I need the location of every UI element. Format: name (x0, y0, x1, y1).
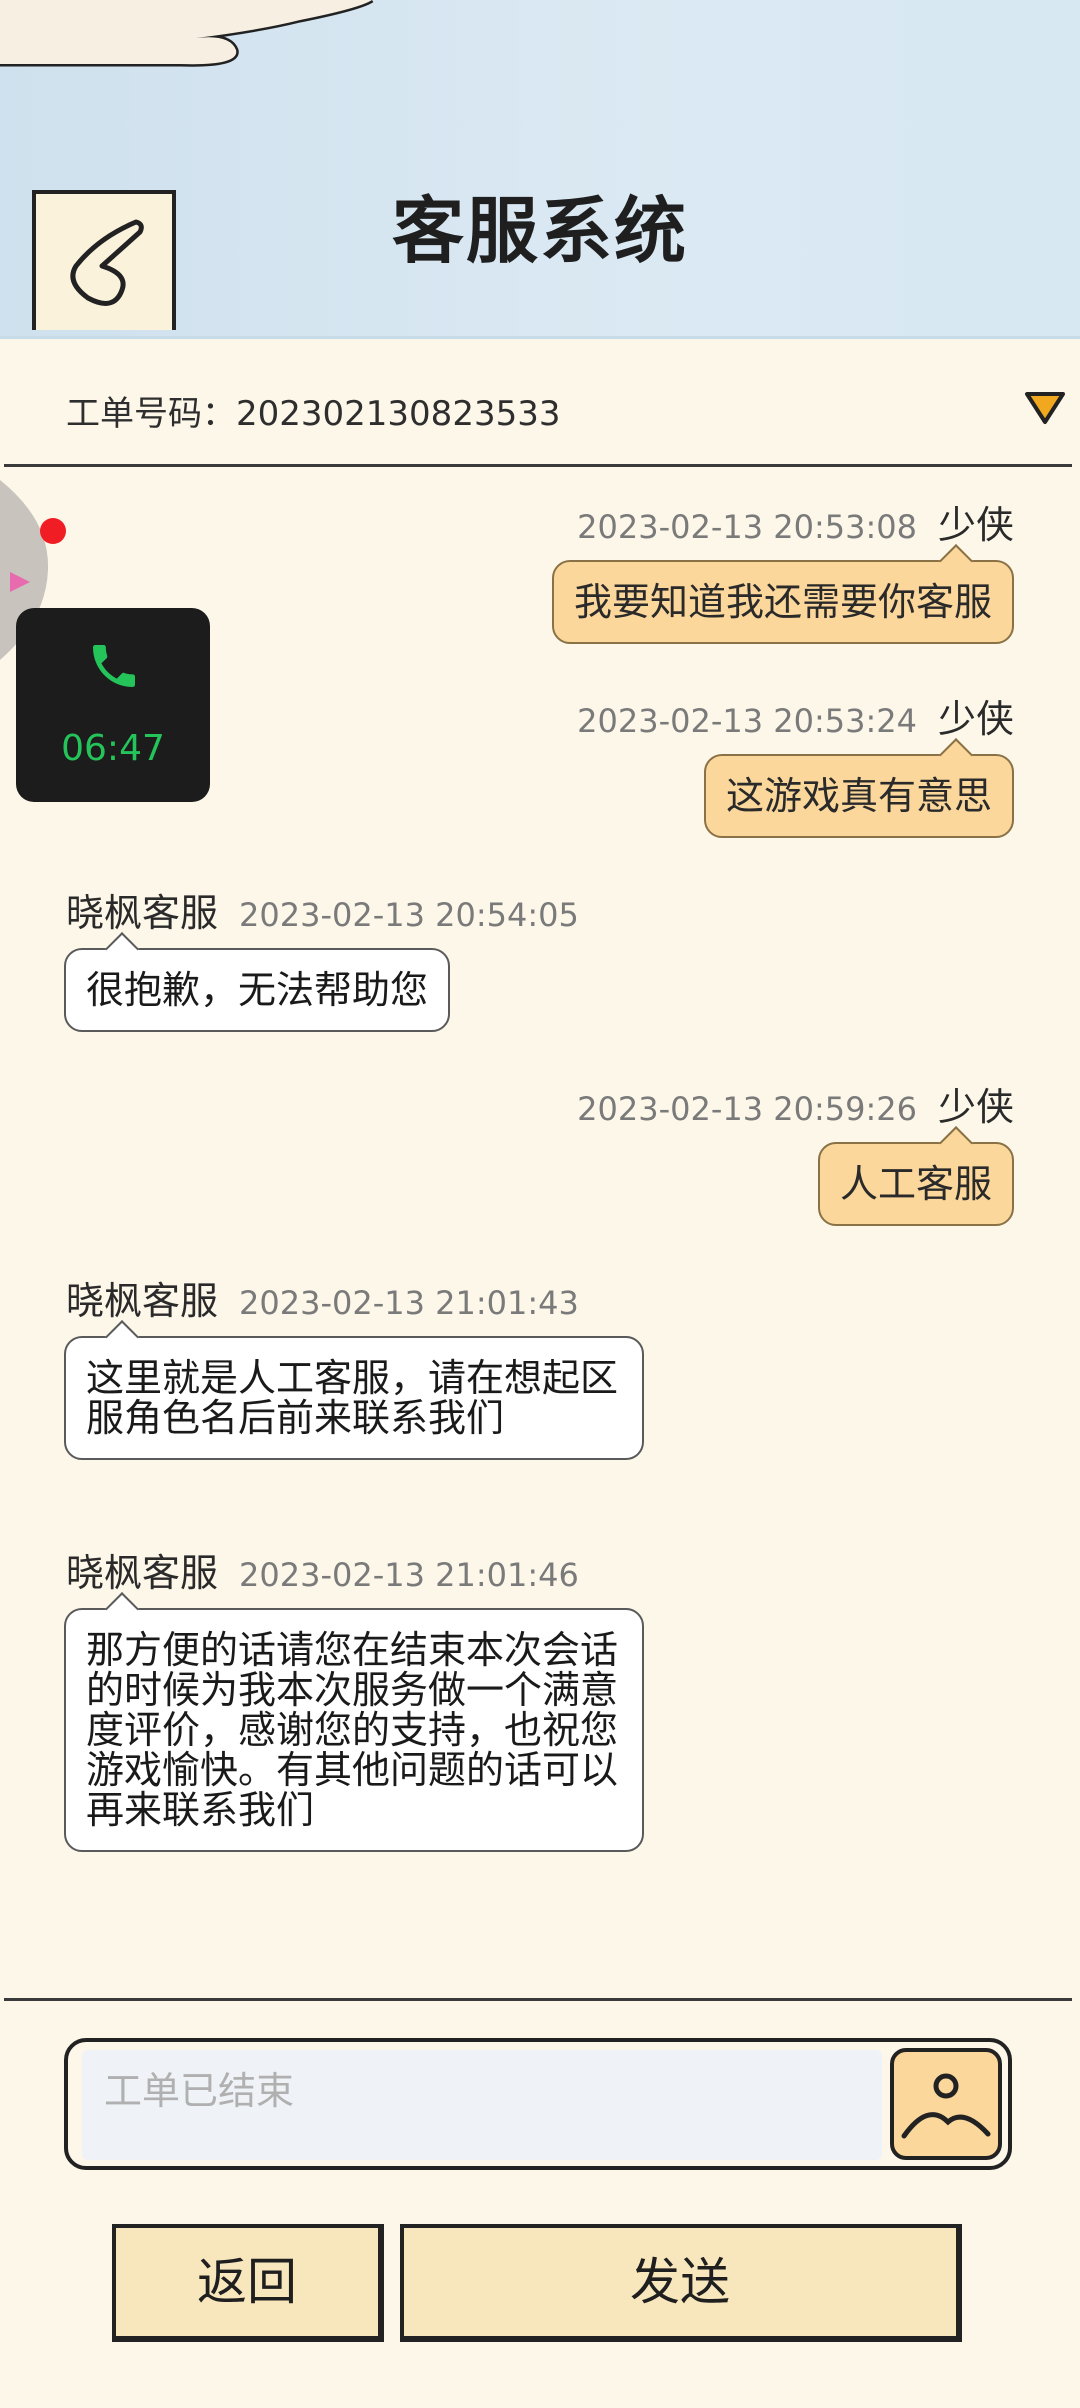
message-meta: 晓枫客服 2023-02-13 20:54:05 (66, 882, 579, 937)
message-meta: 2023-02-13 20:53:24 少侠 (577, 688, 1014, 743)
message-text: 这里就是人工客服，请在想起区服角色名后前来联系我们 (86, 1356, 619, 1440)
call-timer: 06:47 (61, 728, 165, 769)
dropdown-triangle-icon[interactable] (1024, 390, 1066, 426)
message-time: 2023-02-13 20:54:05 (239, 896, 579, 934)
message-text: 很抱歉，无法帮助您 (86, 968, 429, 1012)
page-title: 客服系统 (391, 189, 688, 273)
top-divider (4, 464, 1072, 467)
bottom-divider (4, 1998, 1072, 2001)
bubble-tail (105, 1592, 139, 1626)
sender-name: 晓枫客服 (66, 1279, 219, 1323)
sender-name: 少侠 (937, 697, 1014, 741)
header-bar: 客服系统 (0, 0, 1080, 339)
bubble-tail (105, 932, 139, 966)
message-meta: 晓枫客服 2023-02-13 21:01:46 (66, 1542, 579, 1597)
user-message-bubble[interactable]: 人工客服 (817, 1126, 1014, 1226)
agent-message-bubble[interactable]: 这里就是人工客服，请在想起区服角色名后前来联系我们 (64, 1320, 644, 1460)
notification-dot (40, 518, 66, 544)
message-text: 我要知道我还需要你客服 (573, 580, 992, 624)
agent-message-bubble[interactable]: 那方便的话请您在结束本次会话的时候为我本次服务做一个满意度评价，感谢您的支持，也… (64, 1592, 644, 1852)
send-button[interactable]: 发送 (400, 2224, 962, 2342)
image-icon (901, 2073, 991, 2139)
message-meta: 晓枫客服 2023-02-13 21:01:43 (66, 1270, 579, 1325)
return-button[interactable]: 返回 (112, 2224, 384, 2342)
sender-name: 少侠 (937, 1085, 1014, 1129)
phone-icon (93, 645, 135, 687)
user-message-bubble[interactable]: 这游戏真有意思 (703, 738, 1014, 838)
sender-name: 少侠 (937, 503, 1014, 547)
message-time: 2023-02-13 20:59:26 (577, 1090, 917, 1128)
cloud-decoration-icon (0, 0, 374, 67)
sender-name: 晓枫客服 (66, 891, 219, 935)
ticket-label: 工单号码： (66, 394, 236, 434)
message-meta: 2023-02-13 20:53:08 少侠 (577, 494, 1014, 549)
message-input-container: 工单已结束 (64, 2038, 1012, 2170)
message-meta: 2023-02-13 20:59:26 少侠 (577, 1076, 1014, 1131)
call-float-widget[interactable]: 06:47 (16, 608, 210, 802)
message-input[interactable]: 工单已结束 (82, 2050, 882, 2160)
bubble-tail (939, 738, 973, 772)
message-time: 2023-02-13 20:53:24 (577, 702, 917, 740)
message-time: 2023-02-13 21:01:43 (239, 1284, 579, 1322)
message-text: 人工客服 (839, 1162, 992, 1206)
message-text: 这游戏真有意思 (725, 774, 992, 818)
user-message-bubble[interactable]: 我要知道我还需要你客服 (551, 544, 1014, 644)
sender-name: 晓枫客服 (66, 1551, 219, 1595)
ticket-number: 工单号码：202302130823533 (66, 386, 560, 435)
bubble-tail (105, 1320, 139, 1354)
agent-message-bubble[interactable]: 很抱歉，无法帮助您 (64, 932, 451, 1032)
bubble-tail (939, 1126, 973, 1160)
message-text: 那方便的话请您在结束本次会话的时候为我本次服务做一个满意度评价，感谢您的支持，也… (86, 1628, 619, 1832)
ticket-value: 202302130823533 (236, 394, 561, 434)
message-time: 2023-02-13 21:01:46 (239, 1556, 579, 1594)
message-time: 2023-02-13 20:53:08 (577, 508, 917, 546)
image-upload-button[interactable] (890, 2048, 1002, 2160)
bubble-tail (939, 544, 973, 578)
